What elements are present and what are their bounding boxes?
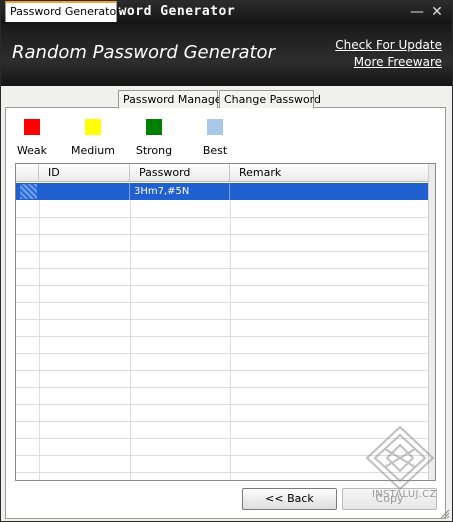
tab-change-password[interactable]: Change Password bbox=[219, 90, 321, 108]
column-header-remark[interactable]: Remark bbox=[230, 164, 430, 182]
minimize-button[interactable]: — bbox=[408, 3, 426, 21]
back-button[interactable]: << Back bbox=[242, 488, 337, 510]
column-header-id[interactable]: ID bbox=[39, 164, 130, 182]
watermark-text: INSTALUJ.CZ bbox=[372, 489, 437, 500]
medium-label: Medium bbox=[71, 144, 115, 157]
app-window: Random Password Generator — ✕ Random Pas… bbox=[0, 0, 453, 522]
more-freeware-link[interactable]: More Freeware bbox=[354, 55, 442, 69]
tab-password-manager[interactable]: Password Manager bbox=[118, 90, 226, 108]
best-swatch bbox=[207, 119, 223, 135]
strong-swatch bbox=[146, 119, 162, 135]
medium-swatch bbox=[85, 119, 101, 135]
close-button[interactable]: ✕ bbox=[428, 3, 446, 21]
check-update-link[interactable]: Check For Update bbox=[335, 38, 442, 52]
cell-id bbox=[39, 183, 130, 200]
cell-remark bbox=[230, 183, 430, 200]
weak-label: Weak bbox=[16, 144, 48, 157]
table-row[interactable]: 3Hm7,#5N bbox=[16, 183, 430, 200]
strong-label: Strong bbox=[135, 144, 173, 157]
app-header: Random Password Generator Check For Upda… bbox=[1, 24, 452, 86]
weak-swatch bbox=[24, 119, 40, 135]
row-selector[interactable] bbox=[20, 184, 37, 199]
column-header-password[interactable]: Password bbox=[130, 164, 230, 182]
cell-password: 3Hm7,#5N bbox=[130, 183, 230, 200]
best-label: Best bbox=[202, 144, 228, 157]
resize-grip-icon[interactable] bbox=[440, 509, 450, 519]
app-title: Random Password Generator bbox=[12, 42, 275, 63]
row-header-corner bbox=[16, 164, 39, 182]
tab-password-generator[interactable]: Password Generator bbox=[5, 1, 121, 22]
watermark-logo bbox=[365, 425, 435, 491]
